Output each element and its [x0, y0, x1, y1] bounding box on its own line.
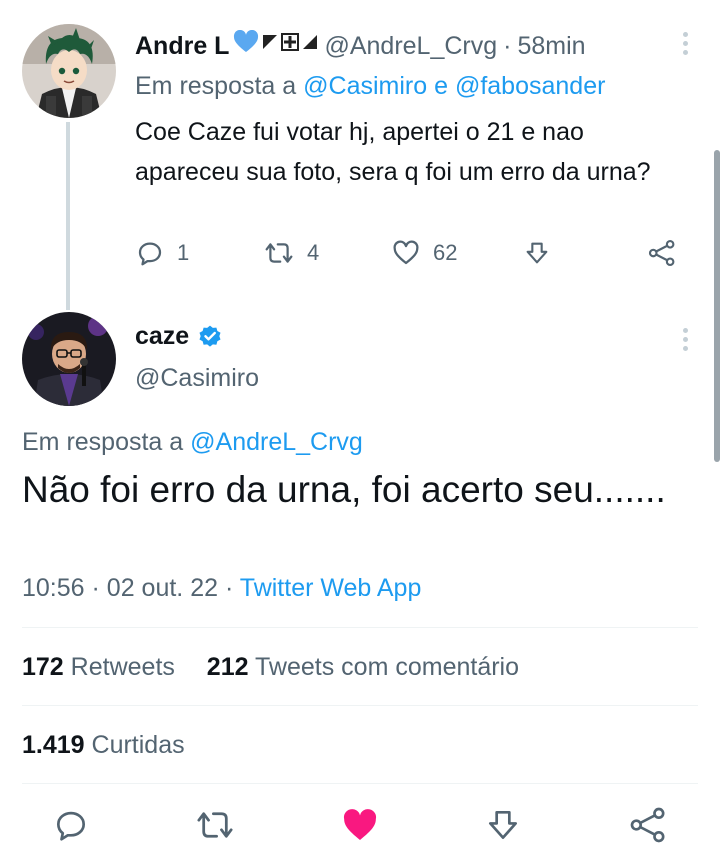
- tweet1-actions: 1 4 62: [135, 238, 695, 274]
- retweet-button[interactable]: [194, 805, 236, 850]
- triangle-flag-icon: [303, 35, 318, 49]
- tweet1-text: Coe Caze fui votar hj, apertei o 21 e na…: [135, 118, 651, 186]
- retweet-icon: [265, 243, 293, 263]
- reply-button[interactable]: [52, 805, 90, 850]
- tweet1-header: Andre L @AndreL_Crvg · 58min: [135, 30, 586, 61]
- tweet1-reply-context: Em resposta a @Casimiro e @fabosander: [135, 72, 605, 101]
- reply-icon: [56, 811, 86, 841]
- retweets-count: 172: [22, 653, 64, 681]
- tweet1-more-menu-icon[interactable]: [679, 32, 691, 55]
- share-icon: [648, 239, 675, 267]
- stats-row-likes: 1.419 Curtidas: [22, 731, 185, 760]
- likes-stat[interactable]: 1.419 Curtidas: [22, 731, 185, 759]
- share-icon: [630, 807, 665, 843]
- retweet-count: 4: [307, 240, 320, 265]
- tweet2-author[interactable]: caze: [135, 322, 223, 351]
- share-button[interactable]: [628, 805, 668, 850]
- tweet-time[interactable]: 58min: [517, 32, 585, 61]
- avatar-caze[interactable]: [22, 312, 116, 406]
- verified-badge-icon: [199, 325, 221, 347]
- author-handle[interactable]: @Casimiro: [135, 364, 259, 393]
- download-arrow-icon: [488, 810, 518, 840]
- like-button-active[interactable]: [340, 805, 380, 850]
- quotes-stat[interactable]: 212 Tweets com comentário: [207, 653, 519, 681]
- reply-user-link[interactable]: @AndreL_Crvg: [190, 428, 363, 456]
- author-handle[interactable]: @AndreL_Crvg: [324, 32, 497, 61]
- likes-label: Curtidas: [91, 731, 185, 759]
- flag-icon: [263, 35, 278, 49]
- separator-dot: ·: [503, 32, 512, 60]
- tweet2-actions: [0, 805, 720, 851]
- separator-dot: ·: [91, 574, 100, 602]
- quotes-count: 212: [206, 653, 249, 681]
- divider: [22, 705, 698, 706]
- retweet-icon: [197, 812, 233, 838]
- like-count: 62: [433, 240, 458, 265]
- reply-prefix: Em resposta a: [22, 428, 184, 456]
- reply-user-link[interactable]: @fabosander: [455, 72, 605, 100]
- separator-dot: ·: [224, 574, 234, 602]
- reply-and: e: [434, 72, 448, 100]
- bookmark-button[interactable]: [523, 238, 551, 268]
- heart-filled-icon: [343, 809, 377, 840]
- stats-row-retweets: 172 Retweets 212 Tweets com comentário: [22, 653, 519, 682]
- reply-prefix: Em resposta a: [135, 72, 297, 100]
- thread-connector-line: [66, 122, 70, 310]
- likes-count: 1.419: [22, 731, 85, 759]
- tweet2-metadata: 10:56 · 02 out. 22 · Twitter Web App: [22, 574, 421, 603]
- retweets-label: Retweets: [70, 653, 175, 681]
- source-app-link[interactable]: Twitter Web App: [240, 574, 422, 602]
- avatar-andre[interactable]: [22, 24, 116, 118]
- tweet2-reply-context: Em resposta a @AndreL_Crvg: [22, 428, 363, 457]
- bookmark-button[interactable]: [484, 805, 522, 850]
- quotes-label: Tweets com comentário: [255, 653, 520, 681]
- reply-icon: [138, 242, 162, 266]
- cross-flag-icon: [281, 33, 300, 51]
- divider: [22, 627, 698, 628]
- retweets-stat[interactable]: 172 Retweets: [22, 653, 175, 681]
- retweet-button[interactable]: 4: [263, 238, 319, 268]
- tweet-date[interactable]: 02 out. 22: [107, 574, 218, 602]
- blue-heart-icon: [234, 30, 259, 52]
- like-button[interactable]: 62: [391, 238, 457, 268]
- tweet-time[interactable]: 10:56: [22, 574, 85, 602]
- reply-user-link[interactable]: @Casimiro: [303, 72, 427, 100]
- reply-button[interactable]: 1: [135, 238, 189, 268]
- name-emojis: [233, 30, 318, 54]
- reply-count: 1: [177, 240, 190, 265]
- divider: [22, 783, 698, 784]
- tweet2-more-menu-icon[interactable]: [679, 328, 691, 351]
- scrollbar[interactable]: [714, 150, 720, 462]
- author-name[interactable]: Andre L: [135, 32, 229, 61]
- share-button[interactable]: [647, 238, 677, 268]
- download-arrow-icon: [526, 242, 548, 264]
- heart-icon: [393, 240, 419, 265]
- tweet2-text: Não foi erro da urna, foi acerto seu....…: [22, 469, 666, 510]
- author-name[interactable]: caze: [135, 322, 189, 351]
